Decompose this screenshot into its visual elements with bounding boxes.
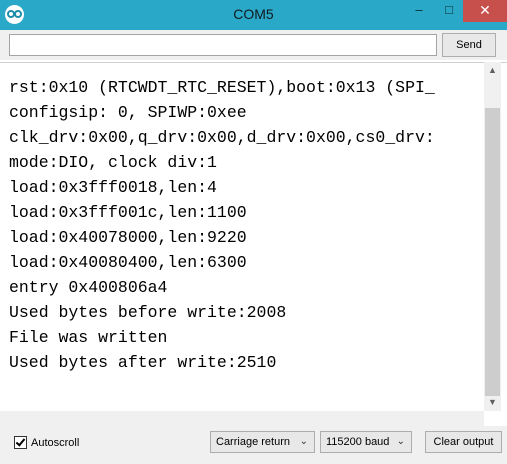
output-line: Used bytes before write:2008 [9,303,287,322]
autoscroll-toggle[interactable]: Autoscroll [14,435,79,450]
output-line: load:0x40080400,len:6300 [9,253,247,272]
autoscroll-label: Autoscroll [31,436,80,449]
output-line: File was written [9,328,168,347]
line-ending-select[interactable]: Carriage return ⌄ [210,431,315,453]
clear-output-button[interactable]: Clear output [425,431,502,453]
checkmark-icon [15,436,26,447]
bottom-toolbar: Autoscroll Carriage return ⌄ 115200 baud… [0,426,507,464]
send-button[interactable]: Send [442,33,496,57]
close-button[interactable]: ✕ [463,0,507,22]
serial-send-input[interactable] [9,34,437,56]
line-ending-value: Carriage return [216,436,290,448]
output-line: load:0x40078000,len:9220 [9,228,247,247]
title-bar: COM5 – □ ✕ [0,0,507,30]
horizontal-scrollbar[interactable] [0,411,484,426]
serial-output-text: rst:0x10 (RTCWDT_RTC_RESET),boot:0x13 (S… [9,75,484,375]
chevron-down-icon: ⌄ [396,436,405,447]
output-line: mode:DIO, clock div:1 [9,153,217,172]
scroll-down-icon[interactable]: ▼ [484,394,501,411]
output-line: Used bytes after write:2510 [9,353,277,372]
autoscroll-checkbox[interactable] [14,436,27,449]
minimize-button[interactable]: – [406,0,432,22]
baud-rate-select[interactable]: 115200 baud ⌄ [320,431,412,453]
output-line: load:0x3fff0018,len:4 [9,178,217,197]
output-line: load:0x3fff001c,len:1100 [9,203,247,222]
output-line: entry 0x400806a4 [9,278,168,297]
vertical-scrollbar[interactable]: ▲ ▼ [484,62,501,411]
baud-rate-value: 115200 baud [326,436,390,448]
serial-output-area[interactable]: rst:0x10 (RTCWDT_RTC_RESET),boot:0x13 (S… [0,62,507,426]
output-line: clk_drv:0x00,q_drv:0x00,d_drv:0x00,cs0_d… [9,128,435,147]
send-bar: Send [0,30,507,60]
maximize-button[interactable]: □ [436,0,462,22]
output-line: rst:0x10 (RTCWDT_RTC_RESET),boot:0x13 (S… [9,78,435,97]
scrollbar-thumb[interactable] [485,108,500,396]
chevron-down-icon: ⌄ [299,436,308,447]
scroll-up-icon[interactable]: ▲ [484,62,501,79]
output-line: configsip: 0, SPIWP:0xee [9,103,247,122]
